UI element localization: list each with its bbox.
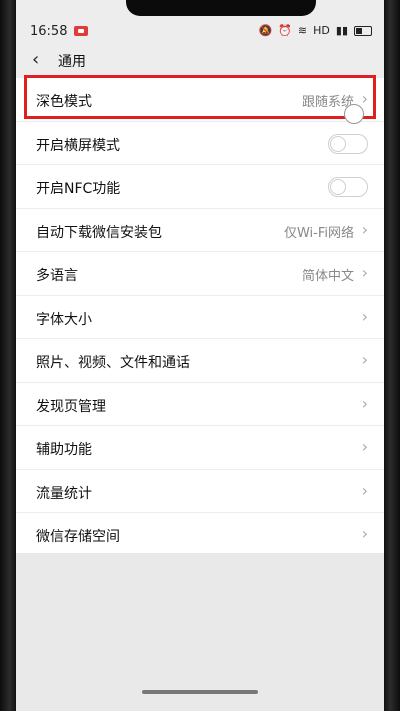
- screen-record-icon: [74, 26, 88, 36]
- settings-row-auto-download[interactable]: 自动下载微信安装包 仅Wi-Fi网络 ›: [16, 209, 384, 252]
- touch-indicator: [344, 104, 364, 124]
- settings-row-dark-mode[interactable]: 深色模式 跟随系统 ›: [16, 78, 384, 122]
- network-label: HD: [313, 24, 330, 37]
- chevron-right-icon: ›: [361, 437, 368, 456]
- chevron-right-icon: ›: [361, 263, 368, 282]
- chevron-right-icon: ›: [361, 393, 368, 413]
- chevron-right-icon: ›: [361, 306, 368, 326]
- row-value: 简体中文: [301, 269, 354, 284]
- back-button[interactable]: ‹: [32, 49, 39, 70]
- settings-row-discover[interactable]: 发现页管理 ›: [16, 383, 384, 426]
- settings-row-language[interactable]: 多语言 简体中文 ›: [16, 252, 384, 296]
- settings-row-data-usage[interactable]: 流量统计 ›: [16, 470, 384, 513]
- signal-icon: ▮▮: [335, 24, 348, 37]
- settings-row-media[interactable]: 照片、视频、文件和通话 ›: [16, 339, 384, 383]
- phone-frame: 16:58 🔕 ⏰ ≋ HD ▮▮ ‹ 通用 深色模式 跟随系统 › 开启横屏模…: [0, 0, 400, 711]
- battery-icon: [354, 25, 372, 36]
- chevron-right-icon: ›: [361, 524, 368, 543]
- home-indicator[interactable]: [142, 690, 258, 694]
- nfc-toggle[interactable]: [328, 177, 368, 197]
- settings-list: 深色模式 跟随系统 › 开启横屏模式 开启NFC功能 自动下载微信安装包 仅Wi…: [16, 78, 384, 557]
- phone-bezel-left: [0, 0, 16, 711]
- notch: [126, 0, 316, 16]
- status-bar: 16:58 🔕 ⏰ ≋ HD ▮▮: [16, 18, 384, 46]
- row-label: 开启NFC功能: [36, 181, 121, 197]
- row-label: 照片、视频、文件和通话: [36, 355, 190, 371]
- row-label: 发现页管理: [36, 398, 106, 415]
- screen: 16:58 🔕 ⏰ ≋ HD ▮▮ ‹ 通用 深色模式 跟随系统 › 开启横屏模…: [16, 0, 384, 711]
- landscape-toggle[interactable]: [328, 133, 368, 154]
- status-icons: 🔕 ⏰ ≋ HD ▮▮: [259, 24, 372, 37]
- row-label: 微信存储空间: [36, 529, 120, 545]
- alarm-icon: ⏰: [278, 24, 292, 37]
- row-label: 自动下载微信安装包: [36, 224, 162, 241]
- page-header: ‹ 通用: [16, 46, 384, 76]
- row-label: 深色模式: [36, 94, 92, 110]
- row-label: 开启横屏模式: [36, 137, 120, 154]
- status-time: 16:58: [30, 24, 68, 39]
- row-label: 字体大小: [36, 311, 92, 328]
- phone-bezel-right: [384, 0, 400, 711]
- chevron-left-icon: ‹: [32, 49, 40, 70]
- mute-icon: 🔕: [258, 24, 273, 37]
- page-title: 通用: [58, 54, 86, 70]
- chevron-right-icon: ›: [361, 219, 368, 239]
- settings-row-accessibility[interactable]: 辅助功能 ›: [16, 426, 384, 470]
- row-label: 流量统计: [36, 485, 92, 502]
- settings-row-nfc: 开启NFC功能: [16, 165, 384, 209]
- settings-row-landscape: 开启横屏模式: [16, 122, 384, 165]
- chevron-right-icon: ›: [361, 480, 368, 500]
- chevron-right-icon: ›: [361, 350, 368, 369]
- row-label: 辅助功能: [36, 442, 92, 458]
- settings-row-font-size[interactable]: 字体大小 ›: [16, 296, 384, 339]
- chevron-right-icon: ›: [361, 89, 368, 108]
- row-value: 仅Wi-Fi网络: [283, 225, 354, 241]
- wifi-icon: ≋: [297, 24, 308, 37]
- row-label: 多语言: [36, 268, 78, 284]
- settings-row-storage[interactable]: 微信存储空间 ›: [16, 513, 384, 557]
- empty-area: [16, 553, 384, 711]
